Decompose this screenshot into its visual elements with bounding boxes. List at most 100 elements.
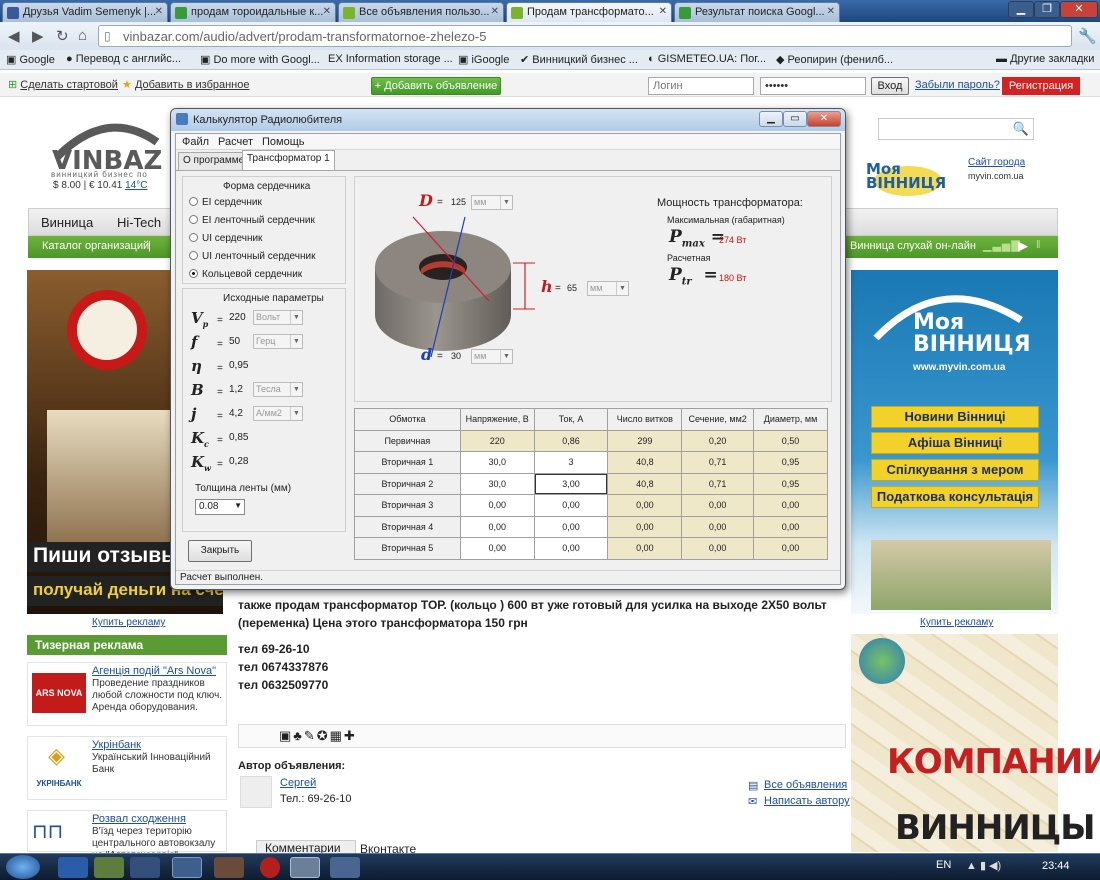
- browser-tab[interactable]: продам тороидальные к... ✕: [170, 2, 336, 22]
- chrome-icon[interactable]: [172, 857, 202, 878]
- nav-item-vinnytsia[interactable]: Винница: [41, 215, 93, 230]
- radio-dot[interactable]: [189, 215, 198, 224]
- radio-ei-tape-core[interactable]: EI ленточный сердечник: [189, 215, 315, 226]
- teaser-item[interactable]: ARS NOVA Агенція подій "Ars Nova" Провед…: [27, 662, 227, 726]
- dim-d-value[interactable]: 30: [451, 351, 461, 361]
- unit-select[interactable]: Вольт ▼: [253, 310, 303, 325]
- radio-dot-checked[interactable]: [189, 269, 198, 278]
- myvin-logo[interactable]: Моя ВІННИЦЯ: [852, 150, 962, 198]
- radio-ei-core[interactable]: EI сердечник: [189, 197, 262, 208]
- tab-comments[interactable]: Комментарии: [256, 840, 356, 855]
- chevron-down-icon[interactable]: ▼: [500, 196, 512, 209]
- login-input[interactable]: Логин: [648, 77, 754, 95]
- site-search-input[interactable]: 🔍: [878, 118, 1034, 140]
- bookmark-item[interactable]: EX Information storage ...: [328, 53, 453, 65]
- bookmark-item[interactable]: ✔ Винницкий бизнес ...: [520, 53, 638, 66]
- address-bar[interactable]: vinbazar.com/audio/advert/prodam-transfo…: [98, 25, 1072, 47]
- browser-tab[interactable]: Результат поиска Googl... ✕: [674, 2, 840, 22]
- write-author-link[interactable]: Написать автору: [764, 795, 850, 807]
- login-button[interactable]: Вход: [871, 77, 909, 95]
- forgot-password-link[interactable]: Забыли пароль?: [915, 79, 1000, 91]
- forward-icon[interactable]: ▶: [32, 27, 44, 45]
- teaser-title[interactable]: Укрінбанк: [92, 739, 141, 751]
- add-ad-button[interactable]: + Добавить объявление: [371, 77, 501, 95]
- tape-thickness-select[interactable]: 0.08 ▼: [195, 499, 245, 515]
- teaser-item[interactable]: УКРІНБАНК ◈ Укрінбанк Український Іннова…: [27, 736, 227, 800]
- close-button[interactable]: Закрыть: [188, 540, 252, 562]
- param-value[interactable]: 0,28: [229, 456, 309, 467]
- language-indicator[interactable]: EN: [936, 859, 951, 871]
- other-bookmarks[interactable]: ▬ Другие закладки: [996, 53, 1094, 65]
- selected-cell[interactable]: 3,00: [533, 472, 609, 495]
- close-icon[interactable]: ✕: [827, 6, 835, 17]
- close-icon[interactable]: ✕: [155, 6, 163, 17]
- menu-calc[interactable]: Расчет: [218, 136, 253, 148]
- password-input[interactable]: ••••••: [760, 77, 866, 95]
- minimize-button[interactable]: ▁: [759, 111, 783, 127]
- tax-consult-button[interactable]: Податкова консультація: [871, 486, 1039, 508]
- companies-map-ad[interactable]: КОМПАНИИ ВИННИЦЫ: [851, 634, 1100, 852]
- teaser-item[interactable]: ⊓⊓ Розвал сходження В'їзд через територі…: [27, 810, 227, 861]
- play-icon[interactable]: ▶: [1018, 238, 1028, 254]
- chevron-down-icon[interactable]: ▼: [290, 311, 302, 324]
- reload-icon[interactable]: ↻: [56, 27, 69, 45]
- close-icon[interactable]: ✕: [659, 6, 667, 17]
- dim-h-unit-select[interactable]: мм ▼: [587, 281, 629, 296]
- wrench-icon[interactable]: 🔧: [1078, 27, 1097, 45]
- share-icons[interactable]: ▣♣✎✪▦✚: [279, 728, 357, 744]
- tab-about[interactable]: О программе: [178, 152, 250, 170]
- close-window-button[interactable]: ✕: [807, 111, 841, 127]
- bookmark-item[interactable]: ▣ Do more with Googl...: [200, 53, 320, 66]
- app-icon[interactable]: [94, 857, 124, 878]
- browser-tab-active[interactable]: Продам трансформато... ✕: [506, 2, 672, 22]
- radio-ui-tape-core[interactable]: UI ленточный сердечник: [189, 251, 315, 262]
- radio-dot[interactable]: [189, 233, 198, 242]
- app-icon[interactable]: [330, 857, 360, 878]
- nav-item-hitech[interactable]: Hi-Tech: [117, 215, 161, 230]
- bookmark-item[interactable]: ◐ GISMETEO.UA: Пог...: [648, 53, 766, 65]
- right-banner[interactable]: Моя ВІННИЦЯ www.myvin.com.ua Новини Вінн…: [851, 270, 1058, 614]
- mayor-chat-button[interactable]: Спілкування з мером: [871, 459, 1039, 481]
- register-button[interactable]: Регистрация: [1002, 77, 1080, 95]
- unit-select[interactable]: Тесла ▼: [253, 382, 303, 397]
- bookmark-item[interactable]: ◆ Реопирин (фенилб...: [776, 53, 893, 66]
- radio-online-link[interactable]: Винница слухай он-лайн: [850, 240, 976, 252]
- buy-ad-link-left[interactable]: Купить рекламу: [92, 617, 165, 628]
- browser-tab[interactable]: Друзья Vadim Semenyk |... ✕: [2, 2, 168, 22]
- teaser-title[interactable]: Розвал сходження: [92, 813, 186, 825]
- author-name-link[interactable]: Сергей: [280, 777, 316, 789]
- radio-toroid-core[interactable]: Кольцевой сердечник: [189, 269, 302, 280]
- dim-D-unit-select[interactable]: мм ▼: [471, 195, 513, 210]
- radio-ui-core[interactable]: UI сердечник: [189, 233, 262, 244]
- chevron-down-icon[interactable]: ▼: [290, 407, 302, 420]
- close-icon[interactable]: ✕: [323, 6, 331, 17]
- maximize-button[interactable]: ▭: [783, 111, 807, 127]
- radio-dot[interactable]: [189, 197, 198, 206]
- chevron-down-icon[interactable]: ▼: [616, 282, 628, 295]
- afisha-button[interactable]: Афіша Вінниці: [871, 432, 1039, 454]
- add-favorites-link[interactable]: ★ Добавить в избранное: [122, 78, 250, 91]
- unit-select[interactable]: Герц ▼: [253, 334, 303, 349]
- floppy-icon[interactable]: [130, 857, 160, 878]
- bookmark-item[interactable]: ● Перевод с английс...: [66, 53, 181, 65]
- search-icon[interactable]: 🔍: [1013, 121, 1029, 137]
- bookmark-item[interactable]: ▣ Google: [6, 53, 55, 66]
- menu-file[interactable]: Файл: [182, 136, 209, 148]
- chevron-down-icon[interactable]: ▼: [234, 501, 242, 510]
- unit-select[interactable]: А/мм2 ▼: [253, 406, 303, 421]
- chevron-down-icon[interactable]: ▼: [500, 350, 512, 363]
- menu-help[interactable]: Помощь: [262, 136, 305, 148]
- city-site-link[interactable]: Сайт города: [968, 157, 1025, 168]
- tray-icons[interactable]: ▲ ▮ ◀): [966, 859, 1001, 872]
- tab-transformer-1[interactable]: Трансформатор 1: [242, 150, 335, 170]
- make-home-link[interactable]: ⊞ Сделать стартовой: [8, 78, 118, 91]
- dim-D-value[interactable]: 125: [451, 197, 466, 207]
- buy-ad-link-right[interactable]: Купить рекламу: [920, 617, 993, 628]
- chevron-down-icon[interactable]: ▼: [290, 383, 302, 396]
- word-icon[interactable]: [58, 857, 88, 878]
- calculator-icon[interactable]: [290, 857, 320, 878]
- avatar-app-icon[interactable]: [214, 857, 244, 878]
- home-icon[interactable]: ⌂: [78, 27, 87, 44]
- maximize-button[interactable]: ❐: [1034, 1, 1060, 18]
- calculator-titlebar[interactable]: Калькулятор Радиолюбителя ▁ ▭ ✕: [171, 109, 845, 131]
